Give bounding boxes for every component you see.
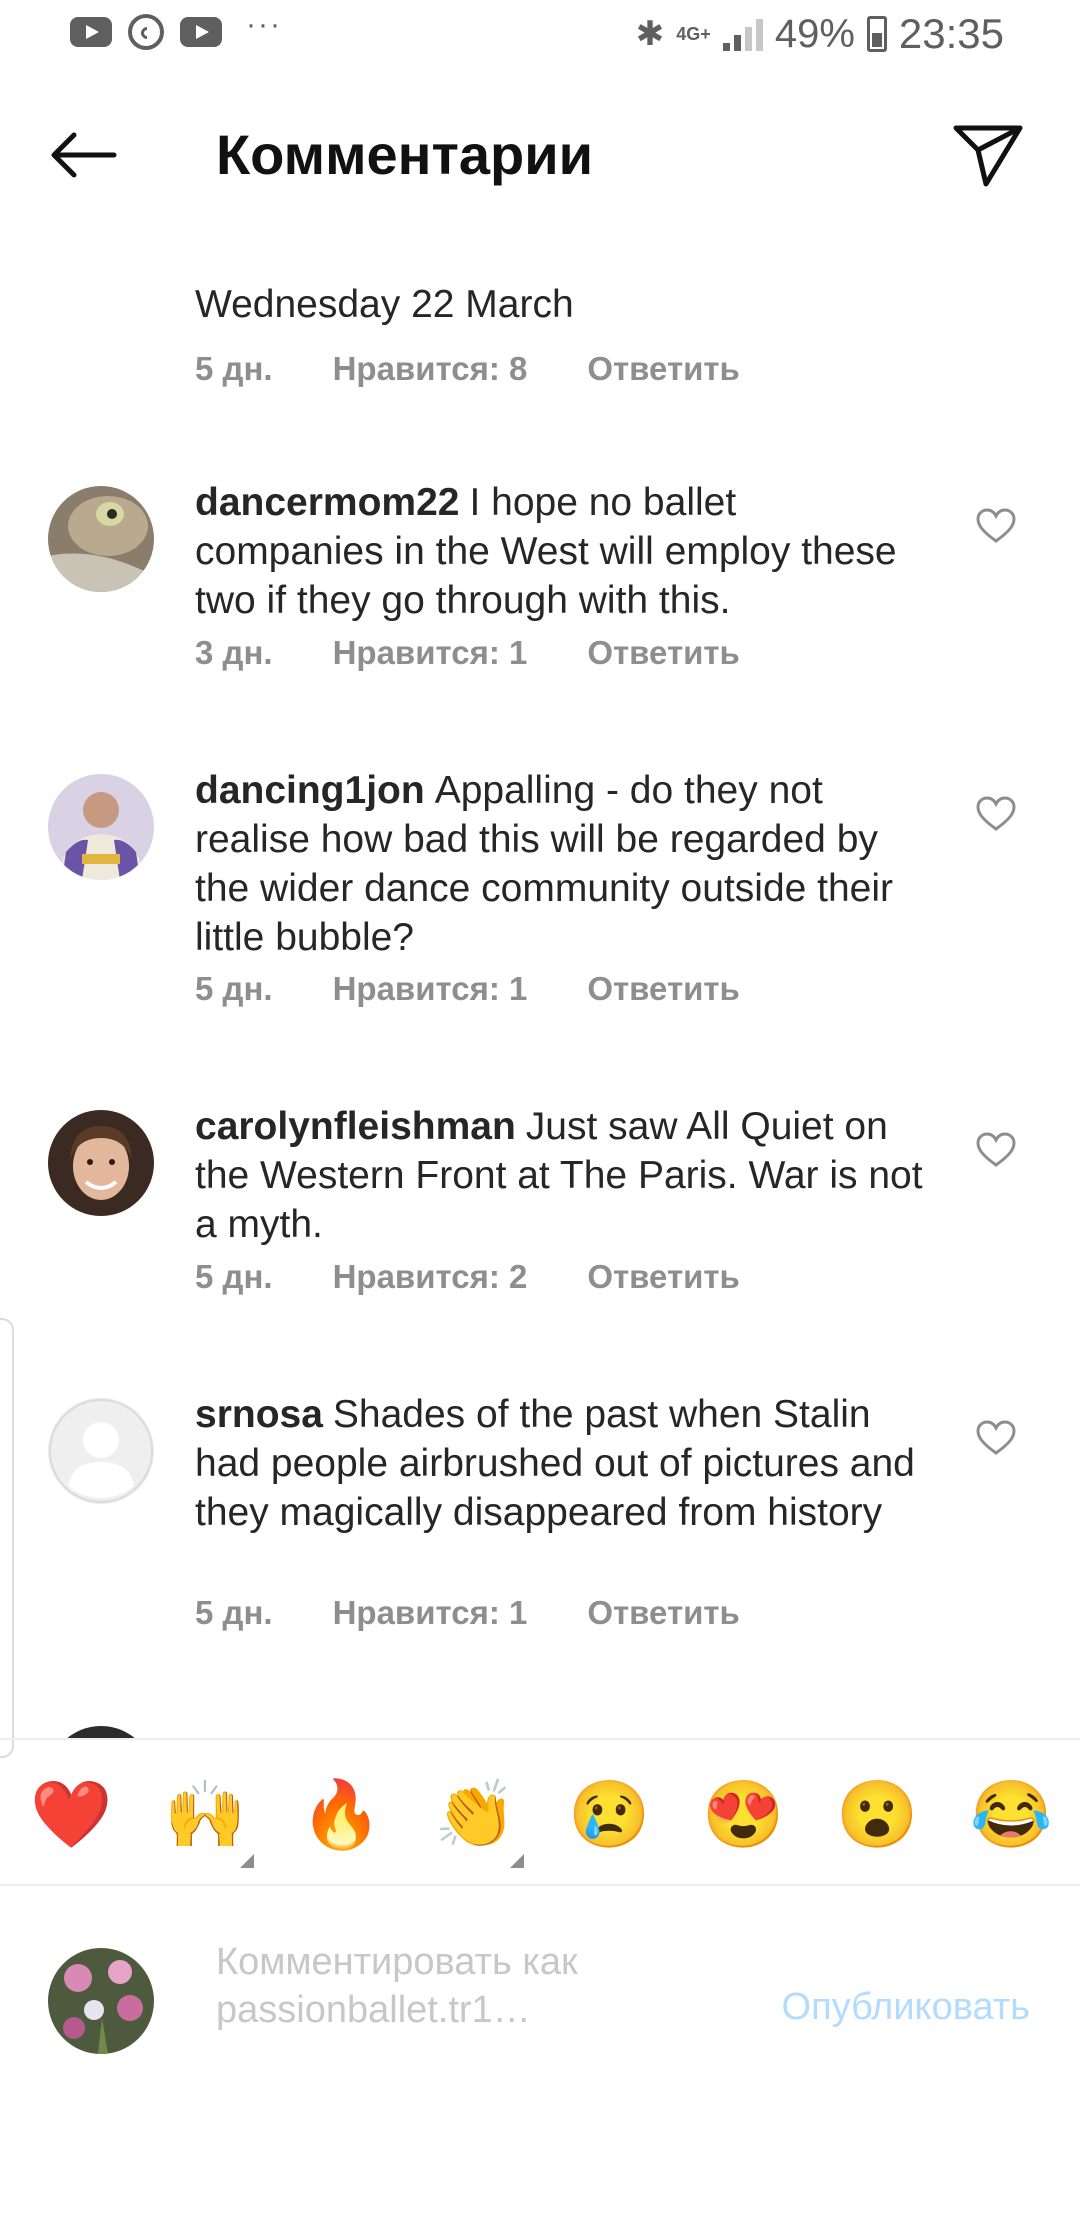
- back-arrow-icon[interactable]: [48, 130, 118, 180]
- status-bar: ··· ✱ 4G+ 49% 23:35: [0, 0, 1080, 72]
- reply-button[interactable]: Ответить: [587, 970, 740, 1008]
- comment-composer: Комментировать как passionballet.tr1… Оп…: [0, 1886, 1080, 2220]
- likes-count[interactable]: Нравится: 8: [333, 350, 528, 388]
- comment-input[interactable]: Комментировать как passionballet.tr1…: [216, 1938, 636, 2034]
- skin-tone-indicator: [240, 1854, 254, 1868]
- publish-button[interactable]: Опубликовать: [782, 1986, 1030, 2029]
- comment-text: dancermom22 I hope no ballet companies in…: [195, 478, 925, 625]
- surprised-emoji-button[interactable]: 😮: [836, 1778, 918, 1850]
- battery-percent: 49%: [774, 11, 855, 56]
- avatar: [48, 1948, 154, 2054]
- whatsapp-icon: [128, 14, 164, 50]
- comment-text: srnosa Shades of the past when Stalin had…: [195, 1390, 925, 1537]
- fire-emoji-button[interactable]: 🔥: [300, 1778, 382, 1850]
- likes-count[interactable]: Нравится: 1: [333, 970, 528, 1008]
- send-direct-icon[interactable]: [950, 120, 1026, 190]
- avatar[interactable]: [48, 1726, 154, 1738]
- notification-icons: ···: [70, 8, 282, 50]
- comment-time: 3 дн.: [195, 634, 273, 671]
- comment-time: 5 дн.: [195, 1594, 273, 1631]
- comment-meta: 5 дн. Нравится: 2 Ответить: [195, 1258, 800, 1296]
- likes-count[interactable]: Нравится: 1: [333, 634, 528, 672]
- system-icons: ✱ 4G+ 49% 23:35: [636, 10, 1004, 58]
- likes-count[interactable]: Нравится: 2: [333, 1258, 528, 1296]
- network-type: 4G+: [676, 24, 711, 44]
- youtube-icon: [180, 17, 222, 47]
- scroll-indicator[interactable]: [0, 1318, 14, 1758]
- avatar[interactable]: [48, 774, 154, 880]
- reply-button[interactable]: Ответить: [587, 634, 740, 672]
- laughing-emoji-button[interactable]: 😂: [970, 1778, 1052, 1850]
- like-heart-icon[interactable]: [976, 796, 1016, 832]
- comment-meta: 5 дн. Нравится: 8 Ответить: [195, 350, 800, 388]
- bluetooth-icon: ✱: [635, 15, 665, 53]
- comment-username[interactable]: srnosa: [195, 1393, 323, 1436]
- avatar[interactable]: [48, 1398, 154, 1504]
- page-title: Комментарии: [216, 123, 594, 186]
- like-heart-icon[interactable]: [976, 508, 1016, 544]
- like-heart-icon[interactable]: [976, 1420, 1016, 1456]
- comments-list[interactable]: Wednesday 22 March 5 дн. Нравится: 8 Отв…: [0, 268, 1080, 1738]
- avatar[interactable]: [48, 486, 154, 592]
- reply-button[interactable]: Ответить: [587, 350, 740, 388]
- comment-time: 5 дн.: [195, 1258, 273, 1295]
- skin-tone-indicator: [510, 1854, 524, 1868]
- clapping-emoji-button[interactable]: 👏: [434, 1778, 516, 1850]
- comment-text: carolynfleishman Just saw All Quiet on th…: [195, 1102, 925, 1249]
- heart-emoji-button[interactable]: ❤️: [30, 1778, 112, 1850]
- comment-username[interactable]: dancermom22: [195, 481, 459, 524]
- comment-text: dancing1jon Appalling - do they not reali…: [195, 766, 925, 962]
- comment-text: Wednesday 22 March: [195, 283, 574, 326]
- more-dots-icon: ···: [246, 8, 282, 41]
- emoji-quick-bar: ❤️ 🙌 🔥 👏 😢 😍 😮 😂: [0, 1738, 1080, 1886]
- reply-button[interactable]: Ответить: [587, 1258, 740, 1296]
- comment-meta: 5 дн. Нравится: 1 Ответить: [195, 970, 800, 1008]
- avatar[interactable]: [48, 1110, 154, 1216]
- reply-button[interactable]: Ответить: [587, 1594, 740, 1632]
- heart-eyes-emoji-button[interactable]: 😍: [702, 1778, 784, 1850]
- comment-meta: 3 дн. Нравится: 1 Ответить: [195, 634, 800, 672]
- header: Комментарии: [0, 100, 1080, 210]
- comment-time: 5 дн.: [195, 970, 273, 1007]
- comment-username[interactable]: carolynfleishman: [195, 1105, 516, 1148]
- youtube-icon: [70, 17, 112, 47]
- comment-meta: 5 дн. Нравится: 1 Ответить: [195, 1594, 800, 1632]
- crying-emoji-button[interactable]: 😢: [568, 1778, 650, 1850]
- comment-username[interactable]: dancing1jon: [195, 769, 425, 812]
- like-heart-icon[interactable]: [976, 1132, 1016, 1168]
- likes-count[interactable]: Нравится: 1: [333, 1594, 528, 1632]
- battery-icon: [866, 16, 887, 52]
- raised-hands-emoji-button[interactable]: 🙌: [164, 1778, 246, 1850]
- comment-time: 5 дн.: [195, 350, 273, 387]
- clock: 23:35: [898, 10, 1004, 57]
- signal-icon: [722, 17, 763, 51]
